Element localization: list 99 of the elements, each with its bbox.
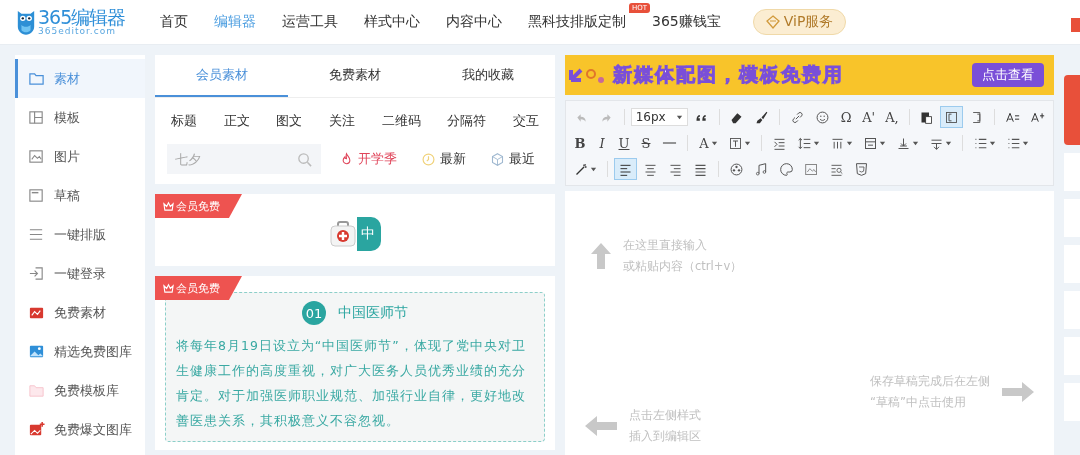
arrow-right-icon [1000,380,1036,404]
caret-icon [744,139,751,147]
promo-banner[interactable]: 新媒体配图，模板免费用 点击查看 [565,55,1054,95]
highlight-icon [728,135,743,151]
hint-text: 在这里直接输入 或粘贴内容（ctrl+v） [623,237,743,275]
category-link[interactable]: 交互 [510,108,541,134]
film-icon [729,161,744,177]
toolbar-button[interactable] [940,106,964,128]
cube-icon [490,151,505,167]
toolbar-button[interactable]: A' [858,106,880,128]
category-link[interactable]: 二维码 [379,108,423,134]
category-link[interactable]: 分隔符 [445,108,489,134]
tab[interactable]: 会员素材 [155,55,289,97]
toolbar-button[interactable]: A, [881,106,903,128]
lines-icon [28,226,45,243]
search-icon [296,151,313,168]
brush-icon [754,109,770,125]
shield-icon [854,161,869,177]
tab[interactable]: 我的收藏 [421,55,555,97]
filter-link[interactable]: 最近 [484,149,541,169]
line-height-icon [797,135,812,151]
sidebar-item[interactable]: 模板 [15,98,145,137]
float-left-icon [944,109,960,125]
sidebar-item[interactable]: 一键排版 [15,215,145,254]
toolbar-button[interactable]: Ω [836,106,857,128]
caret-icon [945,139,952,147]
toolbar-button[interactable] [614,158,637,180]
category-link[interactable]: 关注 [326,108,357,134]
box-icon [863,135,878,151]
layout-icon [28,109,45,126]
view-button[interactable]: 点击查看 [972,63,1044,87]
clock-icon [421,151,436,167]
caret-icon [879,139,886,147]
font-size-select[interactable]: 16px [630,108,688,126]
template-text: 将每年8月19日设立为“中国医师节”，体现了党中央对卫生健康工作的高度重视，对广大医务人员优秀业绩的充分肯定。对于加强医师职业规范、加强行业自律，更好地改善医患关系，其积极意义不容忽视。 [176,337,527,430]
logo-subtitle: 365editor.com [38,27,116,36]
sidebar-item[interactable]: 免费模板库 [15,371,145,410]
nav-link[interactable]: 内容中心 [446,13,502,31]
nav-link[interactable]: 运营工具 [282,13,338,31]
music-icon [754,161,769,177]
template-card[interactable]: 会员免费 中 [155,194,555,266]
title-banner: 中 [357,217,381,251]
template-title: 中国医师节 [338,304,408,322]
toolbar-button[interactable]: U [614,132,634,154]
sidebar-item[interactable]: 精选免费图库 [15,332,145,371]
nav-link[interactable]: 黑科技排版定制 [528,13,626,31]
banner-headline: 新媒体配图，模板免费用 [613,62,844,87]
caret-icon [675,113,683,121]
category-link[interactable]: 标题 [169,108,199,134]
smiley-icon [815,109,831,125]
palette-icon [779,161,794,177]
caret-icon [1022,139,1029,147]
caret-icon [912,139,919,147]
member-badge: 会员免费 [155,276,242,300]
nav-link[interactable]: 365赚钱宝 [652,13,721,31]
login-icon [28,265,45,282]
sidebar-item[interactable]: 草稿 [15,176,145,215]
folder-icon [28,70,45,87]
logo-title[interactable]: 365编辑器 [38,8,126,27]
picture-icon [28,148,45,165]
nav-link[interactable]: 首页 [160,13,188,31]
filter-link[interactable]: 最新 [415,149,472,169]
caret-icon [813,139,820,147]
template-card[interactable]: 会员免费 01 中国医师节 将每年8月19日设立为“中国医师节”，体现了党中央对卫生健康工作的高度重视，对广大医务人员优秀业绩的充分肯定。对于加强医师职业规范、加强行业自律，更好地改善医患关系，其积极意义不容忽视。 [155,276,555,450]
tab[interactable]: 免费素材 [288,55,422,97]
sidebar-item[interactable]: 图片 [15,137,145,176]
landscape-picture-icon [28,343,45,360]
crown-icon [163,282,174,294]
sidebar-item[interactable]: 免费爆文图库 [15,410,145,449]
folder-outline-icon [28,382,45,399]
number-badge: 01 [302,301,326,325]
caret-icon [989,139,996,147]
nav-link[interactable]: 样式中心 [364,13,420,31]
category-link[interactable]: 图文 [274,108,305,134]
sidebar-item[interactable]: 免费素材 [15,293,145,332]
category-link[interactable]: 正文 [221,108,252,134]
toolbar-button[interactable]: S [636,132,656,154]
horizontal-rule-icon [662,141,677,145]
picture-icon [804,161,819,177]
banner-decoration-drawing [569,66,605,84]
toolbar-button[interactable]: A [694,132,722,154]
picture-plus-icon [28,421,45,438]
arrow-up-icon [589,241,613,271]
medical-kit-icon [329,219,357,249]
diamond-icon [765,15,780,29]
caret-icon [590,165,597,173]
link-icon [790,109,806,125]
caret-icon [846,139,853,147]
search-field[interactable]: 七夕 [167,144,321,174]
filter-link[interactable]: 开学季 [333,149,403,169]
toolbar-button[interactable]: B [570,132,590,154]
wand-icon [574,161,589,177]
arrow-left-icon [583,414,619,438]
crown-icon [163,200,174,212]
caret-icon [711,139,718,147]
draft-icon [28,187,45,204]
member-badge: 会员免费 [155,194,242,218]
sidebar-item[interactable]: 一键登录 [15,254,145,293]
toolbar-button[interactable]: I [592,132,612,154]
